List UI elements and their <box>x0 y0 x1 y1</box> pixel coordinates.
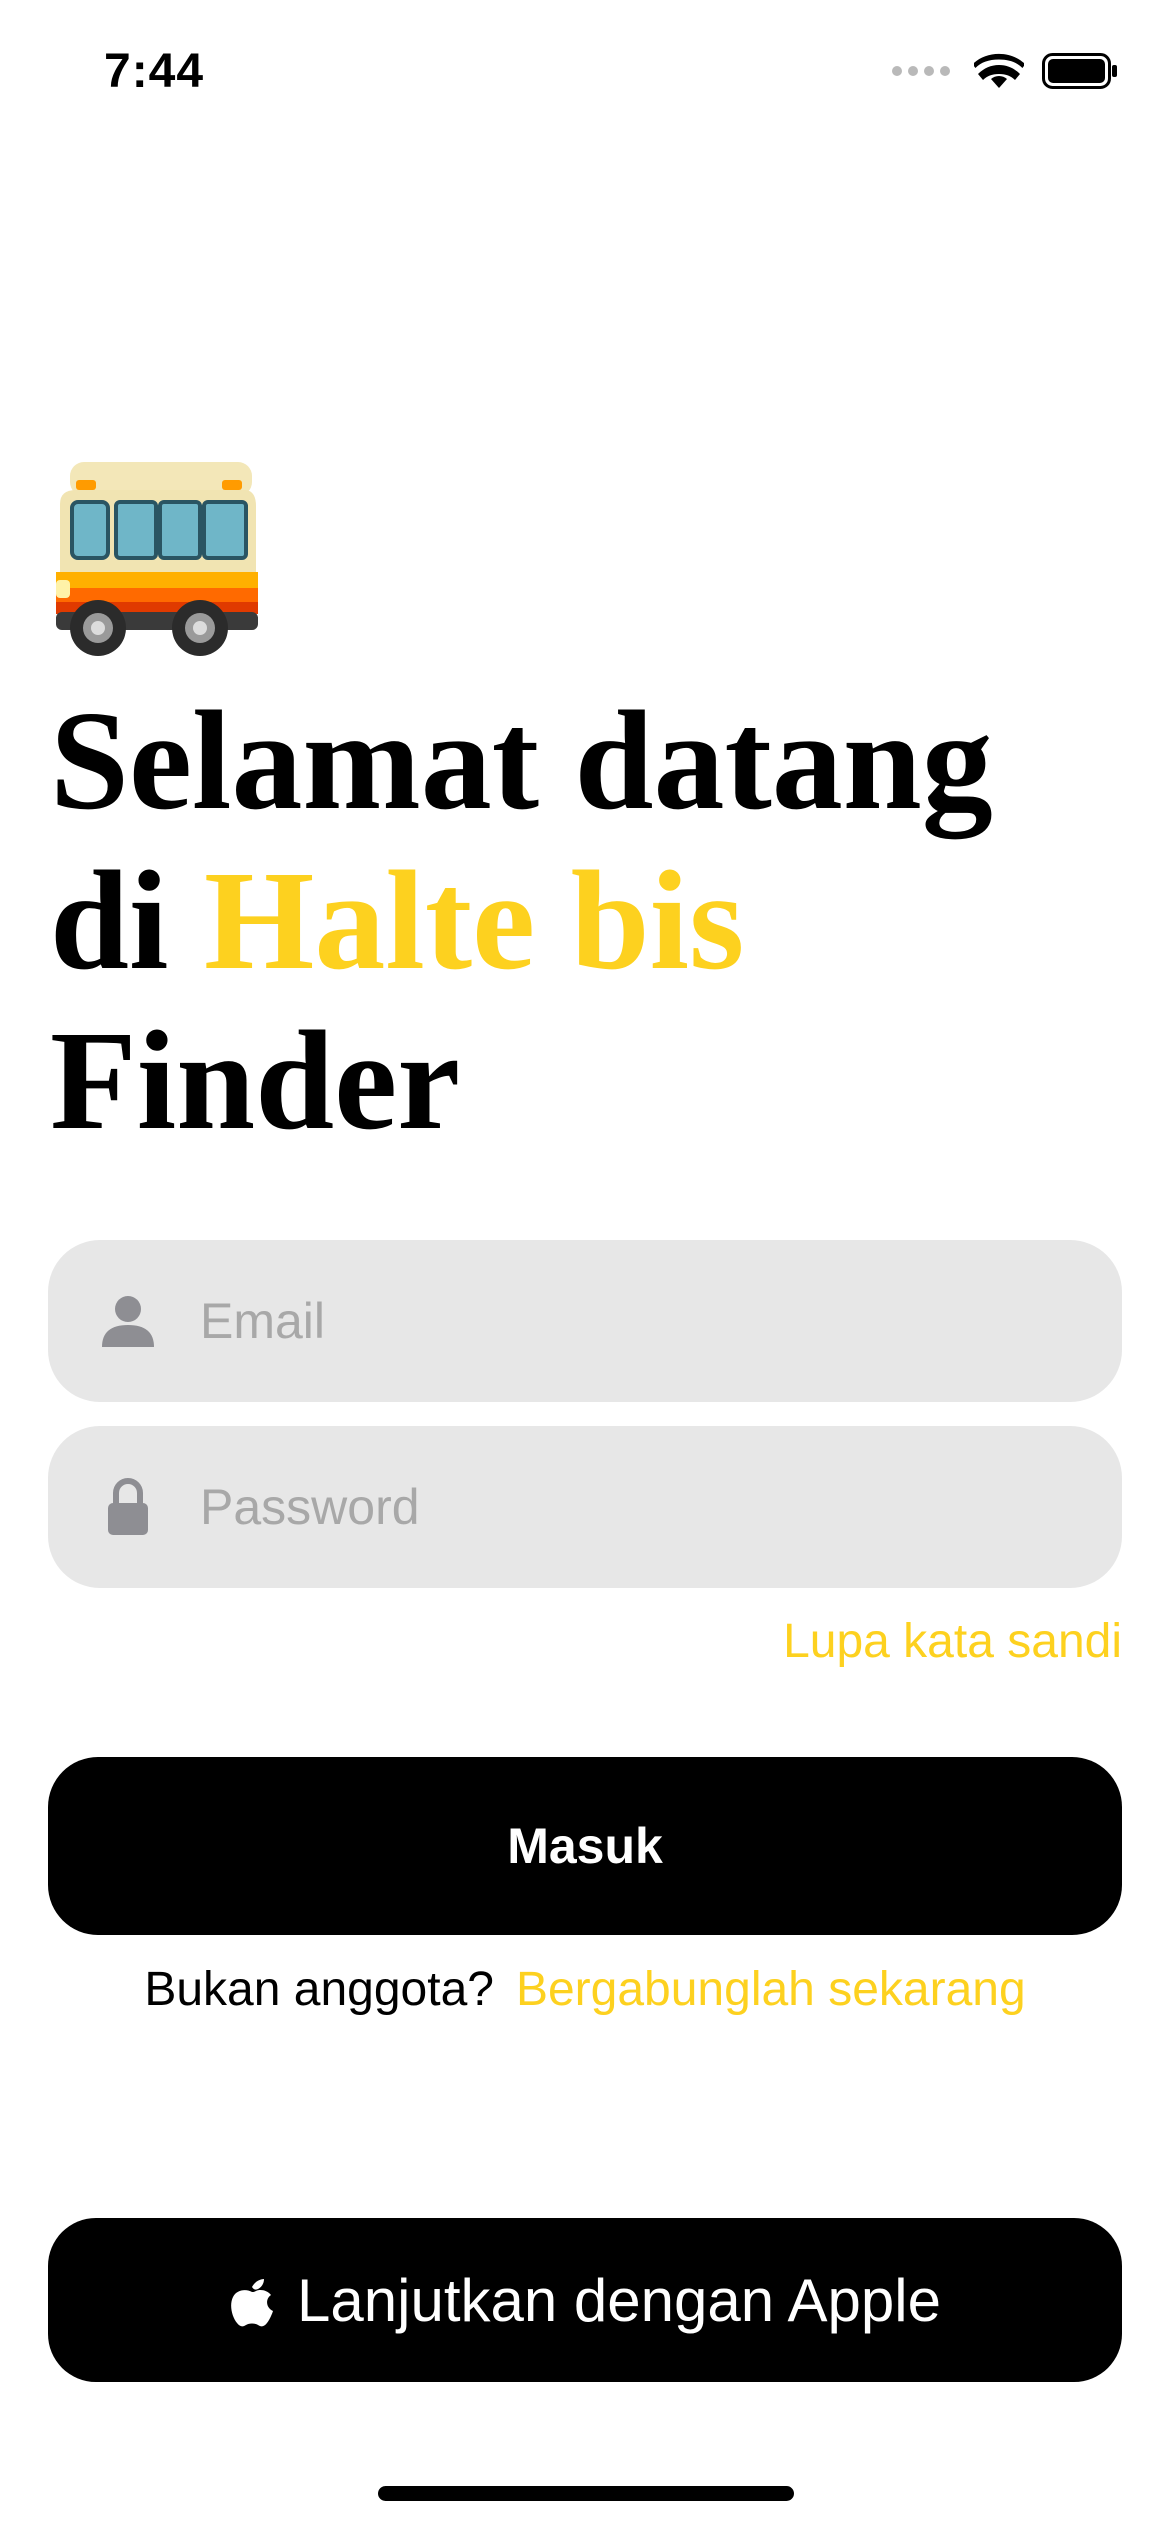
password-field[interactable] <box>48 1426 1122 1588</box>
signal-dots-icon <box>892 66 950 76</box>
headline-di: di <box>50 841 204 999</box>
apple-logo-icon <box>231 2279 274 2327</box>
status-time: 7:44 <box>104 45 205 98</box>
status-icons <box>892 52 1118 90</box>
email-field[interactable] <box>48 1240 1122 1402</box>
welcome-headline: Selamat datang di Halte bis Finder <box>50 680 1120 1160</box>
person-icon <box>98 1289 158 1353</box>
signup-prompt: Bukan anggota? <box>144 1963 494 2016</box>
signup-link[interactable]: Bergabunglah sekarang <box>516 1963 1026 2016</box>
password-input[interactable] <box>200 1478 1060 1536</box>
email-input[interactable] <box>200 1292 1060 1350</box>
apple-button-label: Lanjutkan dengan Apple <box>297 2266 941 2334</box>
battery-icon <box>1042 53 1117 89</box>
signup-row: Bukan anggota? Bergabunglah sekarang <box>0 1962 1170 2017</box>
lock-icon <box>98 1475 158 1539</box>
home-indicator[interactable] <box>378 2486 794 2501</box>
headline-accent: Halte bis <box>203 841 745 999</box>
bus-emoji-icon <box>56 462 258 656</box>
continue-with-apple-button[interactable]: Lanjutkan dengan Apple <box>48 2218 1122 2382</box>
status-bar: 7:44 <box>0 0 1170 150</box>
wifi-icon <box>974 53 1024 88</box>
sign-in-button[interactable]: Masuk <box>48 1757 1122 1935</box>
headline-line-3: Finder <box>50 1001 461 1159</box>
forgot-password-link[interactable]: Lupa kata sandi <box>783 1614 1122 1669</box>
headline-line-1: Selamat datang <box>50 681 993 839</box>
